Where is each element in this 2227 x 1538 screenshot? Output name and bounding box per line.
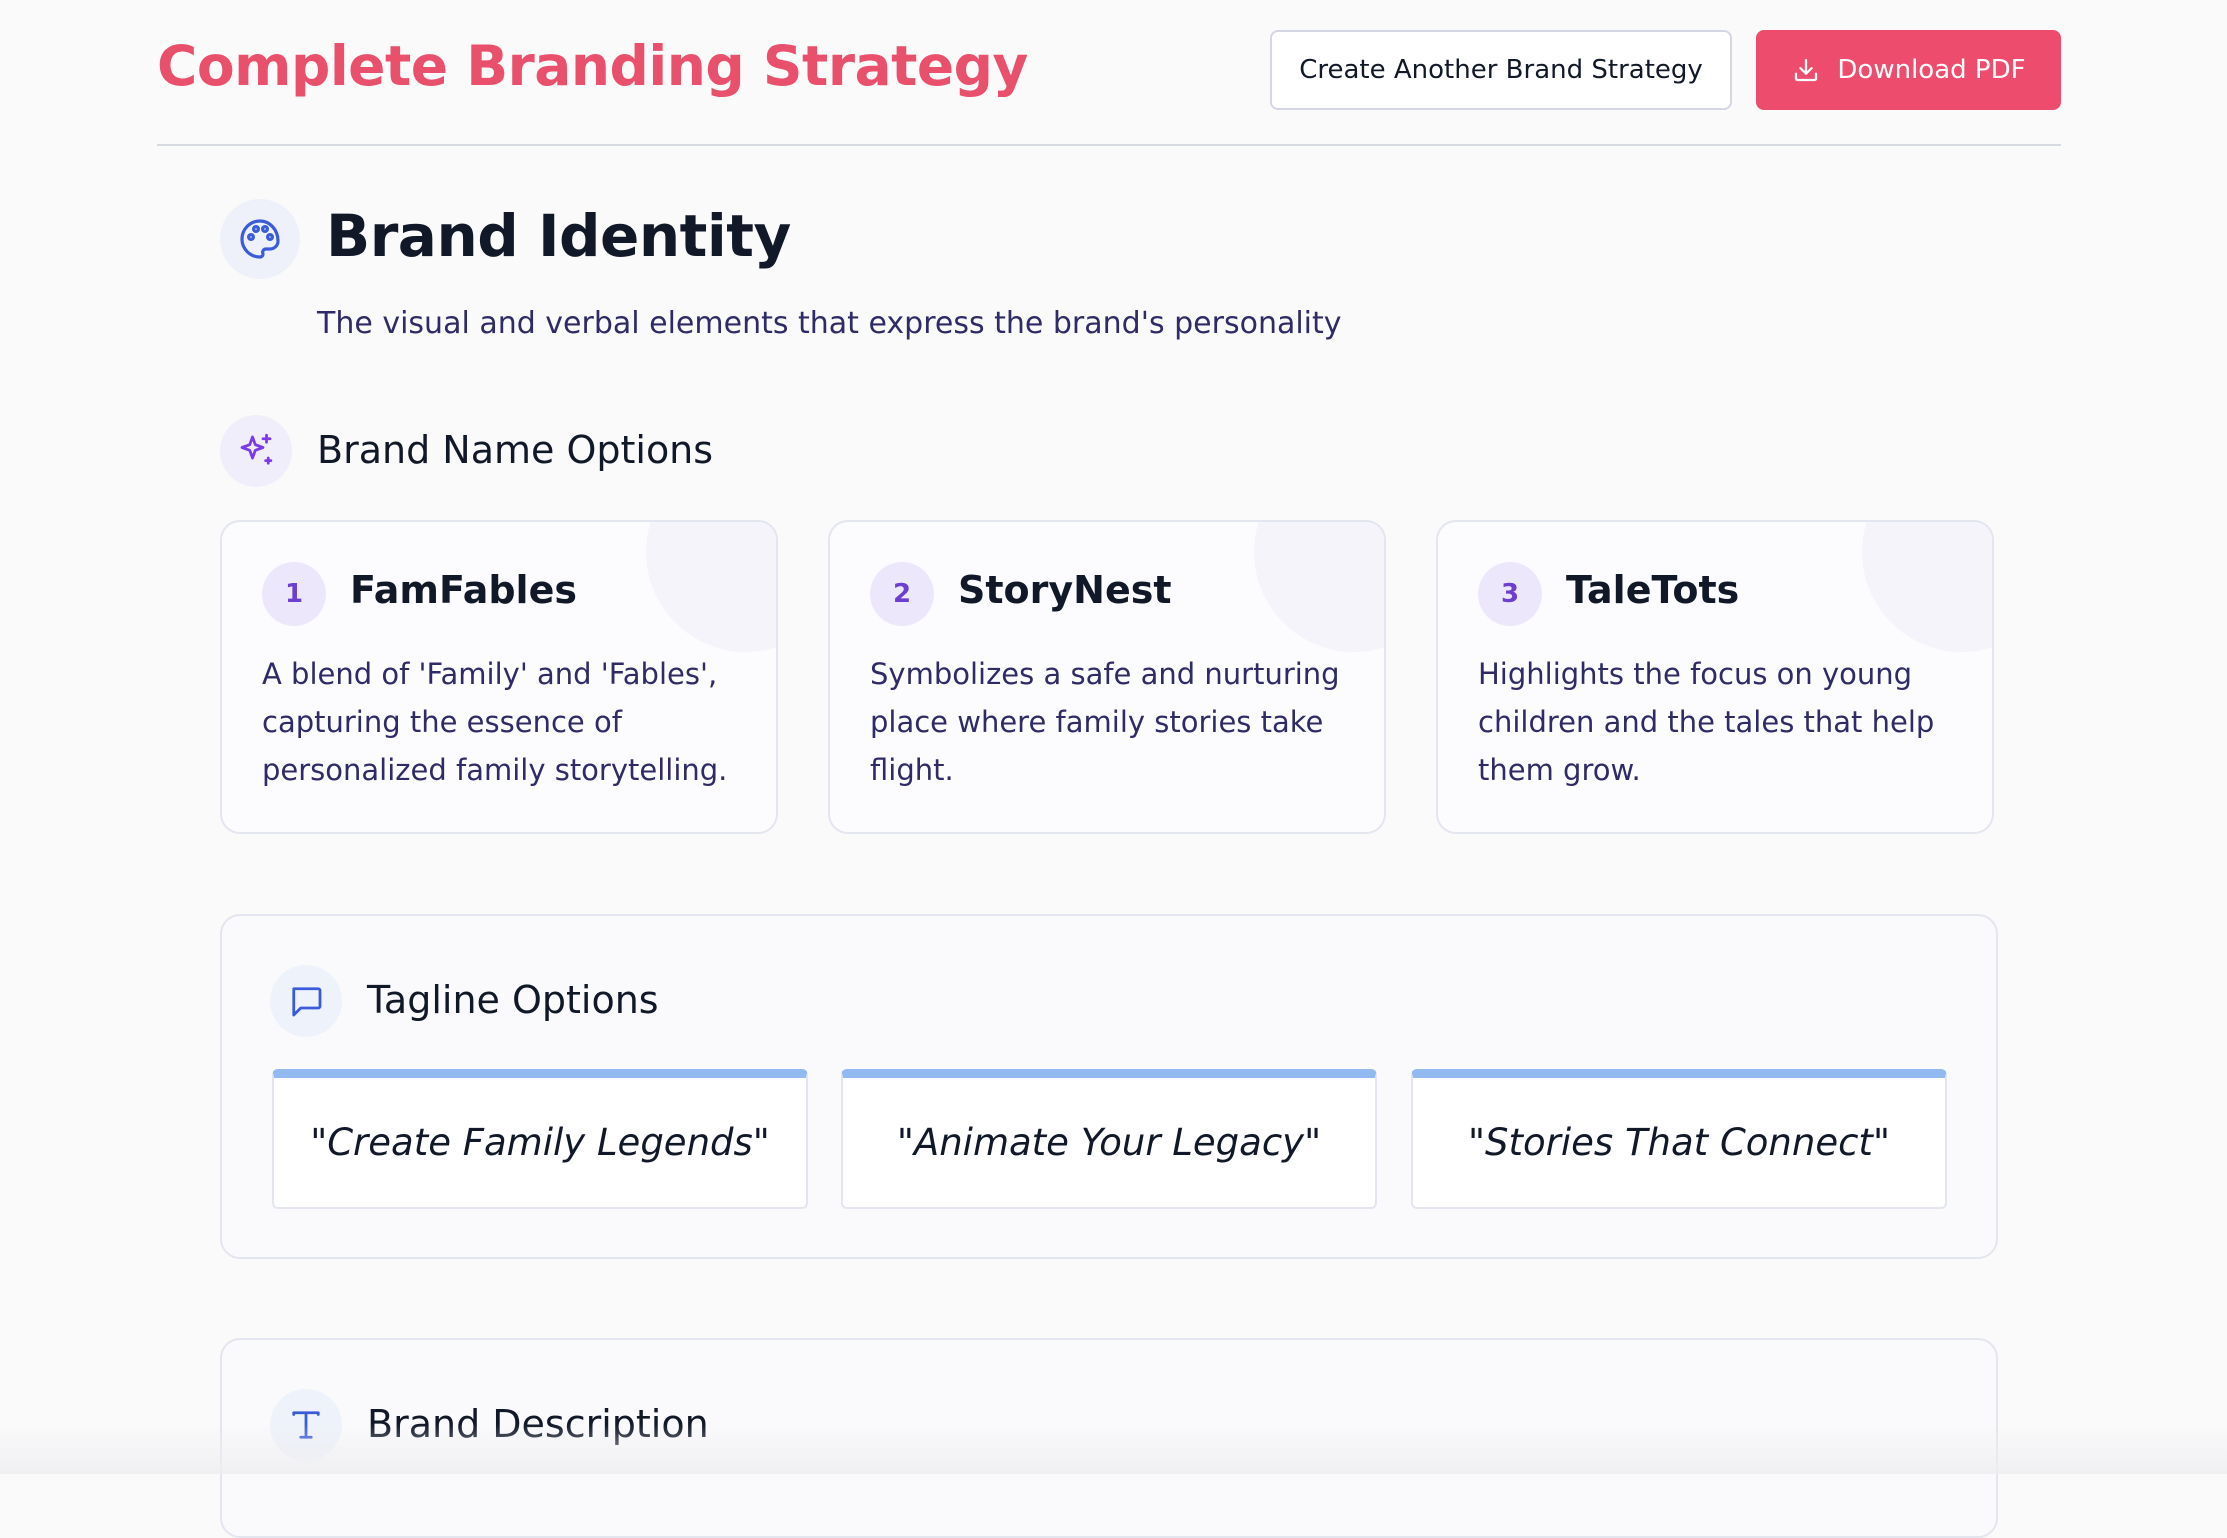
brand-name-description: Highlights the focus on young children a… [1478, 657, 1935, 787]
section-subtitle: The visual and verbal elements that expr… [317, 306, 1342, 341]
brand-name: TaleTots [1566, 568, 1740, 612]
download-icon [1791, 55, 1821, 85]
option-number-badge: 1 [262, 562, 326, 626]
brand-name: StoryNest [958, 568, 1172, 612]
brand-name-description: Symbolizes a safe and nurturing place wh… [870, 657, 1340, 787]
create-another-strategy-label: Create Another Brand Strategy [1299, 55, 1703, 85]
tagline-options-title: Tagline Options [367, 978, 659, 1022]
app-header: Complete Branding Strategy Create Anothe… [157, 0, 2061, 146]
option-number-badge: 3 [1478, 562, 1542, 626]
brand-name-options-title: Brand Name Options [317, 428, 714, 472]
brand-name-card: 3 TaleTots Highlights the focus on young… [1436, 520, 1994, 834]
option-number-badge: 2 [870, 562, 934, 626]
brand-description-title: Brand Description [367, 1402, 709, 1446]
brand-name-card: 2 StoryNest Symbolizes a safe and nurtur… [828, 520, 1386, 834]
tagline-card: "Stories That Connect" [1411, 1069, 1947, 1209]
sparkles-icon [220, 415, 292, 487]
download-pdf-label: Download PDF [1837, 55, 2026, 85]
brand-name: FamFables [350, 568, 577, 612]
tagline-text: "Animate Your Legacy" [896, 1121, 1322, 1164]
tagline-card: "Create Family Legends" [272, 1069, 808, 1209]
download-pdf-button[interactable]: Download PDF [1756, 30, 2061, 110]
message-square-icon [270, 965, 342, 1037]
tagline-text: "Stories That Connect" [1468, 1121, 1890, 1164]
tagline-card: "Animate Your Legacy" [841, 1069, 1377, 1209]
type-icon [270, 1389, 342, 1461]
page-title: Complete Branding Strategy [157, 34, 1028, 98]
create-another-strategy-button[interactable]: Create Another Brand Strategy [1270, 30, 1732, 110]
brand-name-description: A blend of 'Family' and 'Fables', captur… [262, 657, 728, 787]
tagline-text: "Create Family Legends" [310, 1121, 770, 1164]
palette-icon [220, 199, 300, 279]
section-title: Brand Identity [326, 202, 791, 270]
brand-name-card: 1 FamFables A blend of 'Family' and 'Fab… [220, 520, 778, 834]
